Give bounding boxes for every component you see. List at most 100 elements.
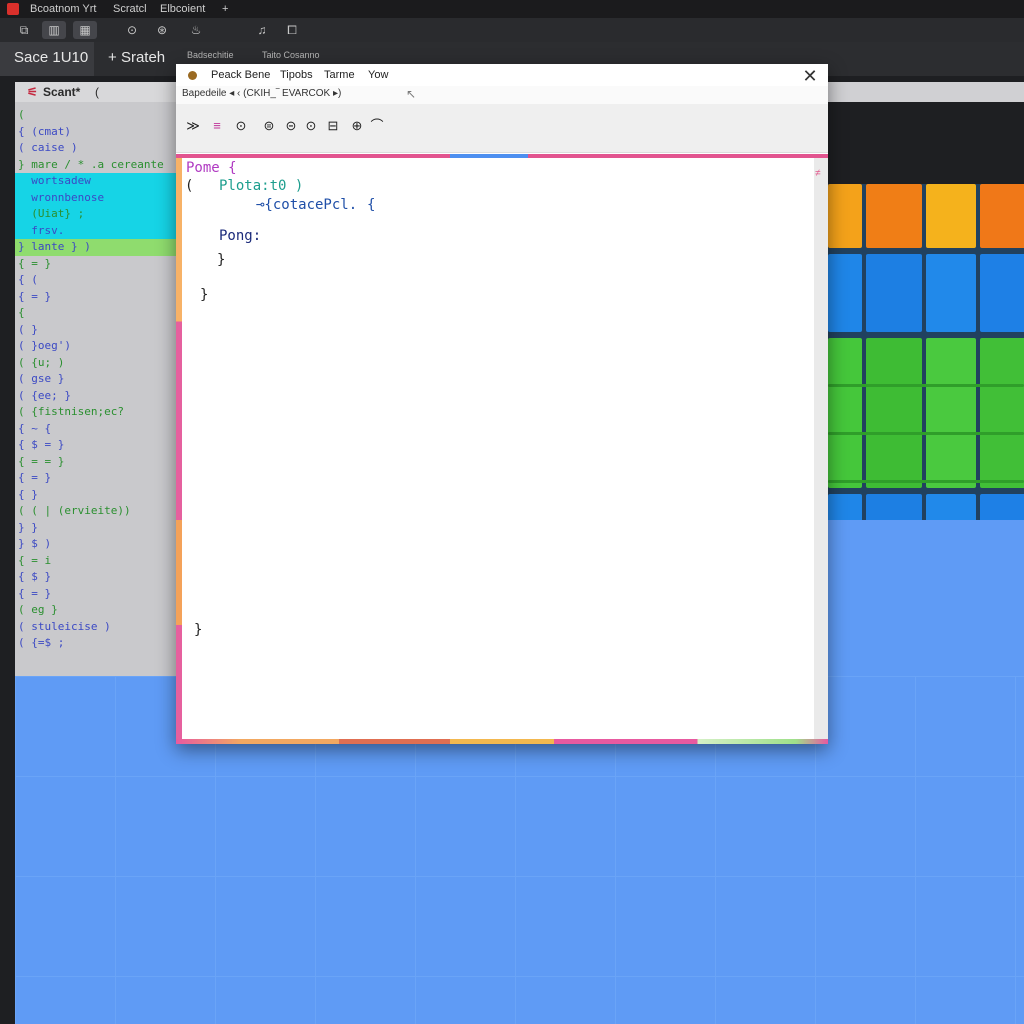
editor-code-line[interactable]: { = i xyxy=(15,553,195,570)
code-line-5[interactable]: } xyxy=(217,252,225,268)
game-blocks xyxy=(828,184,1024,522)
code-line-7[interactable]: } xyxy=(194,622,202,638)
dialog-logo-icon xyxy=(188,71,197,80)
editor-code-line[interactable]: { ( xyxy=(15,272,195,289)
game-block xyxy=(828,184,862,248)
rainbow-border-left xyxy=(176,158,182,742)
copy-icon[interactable]: ⊜ xyxy=(260,116,278,136)
code-line-6[interactable]: } xyxy=(200,287,208,303)
editor-code-line[interactable]: ( {ee; } xyxy=(15,388,195,405)
forward-icon[interactable]: ≫ xyxy=(184,116,202,136)
scrollbar[interactable]: ≠ xyxy=(814,158,828,742)
new-tab-plus-icon[interactable]: + xyxy=(222,3,228,15)
editor-code-line[interactable]: ( {u; ) xyxy=(15,355,195,372)
game-block xyxy=(926,184,976,248)
duplicate-icon[interactable]: ⧠ xyxy=(280,21,304,39)
editor-code-line[interactable]: { = } xyxy=(15,470,195,487)
paste-icon[interactable]: ⊝ xyxy=(282,116,300,136)
code-line-3[interactable]: ⊸{cotacePcl. xyxy=(256,197,357,213)
tab-main[interactable]: Sace 1U10 xyxy=(0,42,94,76)
game-block xyxy=(926,254,976,332)
menu-icon[interactable]: ≡ xyxy=(208,116,226,136)
editor-code-line[interactable]: } } xyxy=(15,520,195,537)
menu-item[interactable]: Peack Bene xyxy=(211,69,270,81)
editor-code-line[interactable]: (Uiat} ; xyxy=(15,206,195,223)
game-block-divider xyxy=(828,384,1024,387)
game-block xyxy=(828,338,862,488)
image-icon[interactable]: ⊟ xyxy=(324,116,342,136)
brace-icon[interactable]: ⌒ xyxy=(368,116,386,136)
zoom-icon[interactable]: ⊕ xyxy=(348,116,366,136)
game-block xyxy=(866,494,922,522)
game-block xyxy=(828,494,862,522)
editor-code-line[interactable]: { = = } xyxy=(15,454,195,471)
dialog-menubar: Peack Bene Tipobs Tarme Yow ✕ xyxy=(176,64,828,86)
menu-item[interactable]: Yow xyxy=(368,69,388,81)
rainbow-border-bottom xyxy=(176,739,828,744)
code-dialog: Peack Bene Tipobs Tarme Yow ✕ Bapedeile … xyxy=(176,64,828,744)
code-line-2[interactable]: Plota:t0 ) xyxy=(219,178,303,194)
editor-code-line[interactable]: } $ ) xyxy=(15,536,195,553)
editor-code-line[interactable]: ( eg } xyxy=(15,602,195,619)
menu-item[interactable]: Tipobs xyxy=(280,69,313,81)
code-line-4[interactable]: Pong: xyxy=(219,228,261,244)
editor-code-line[interactable]: wortsadew xyxy=(15,173,195,190)
editor-code-line[interactable]: ( {=$ ; xyxy=(15,635,195,652)
editor-code-line[interactable]: ( {fistnisen;ec? xyxy=(15,404,195,421)
settings-icon[interactable]: ⊛ xyxy=(150,21,174,39)
editor-code-line[interactable]: { $ } xyxy=(15,569,195,586)
window-title: Bcoatnom Yrt xyxy=(30,3,97,15)
editor-code-line[interactable]: } mare / * .a cereante xyxy=(15,157,195,174)
editor-code-line[interactable]: ( caise ) xyxy=(15,140,195,157)
code-line-2-brace: ( xyxy=(185,178,194,194)
game-block xyxy=(866,338,922,488)
refresh-icon[interactable]: ⊙ xyxy=(232,116,250,136)
sound-icon[interactable]: ♫ xyxy=(250,21,274,39)
scroll-marker-icon: ≠ xyxy=(815,168,821,179)
game-block xyxy=(980,184,1024,248)
code-line-1[interactable]: Pome { xyxy=(186,160,237,176)
dialog-path-bar: Bapedeile ◂ ‹ (CKIH_‾ EVARCOK ▸) ↖ xyxy=(176,86,828,104)
dialog-toolbar: ≫ ≡ ⊙ ⊜ ⊝ ⊙ ⊟ ⊕ ⌒ xyxy=(176,104,828,153)
editor-code-line[interactable]: frsv. xyxy=(15,222,195,239)
editor-code-line[interactable]: { $ = } xyxy=(15,437,195,454)
editor-code-line[interactable]: } lante } ) xyxy=(15,239,195,256)
game-block xyxy=(926,338,976,488)
menu-item[interactable]: Tarme xyxy=(324,69,355,81)
editor-code-line[interactable]: wronnbenose xyxy=(15,189,195,206)
editor-code-line[interactable]: ( xyxy=(15,107,195,124)
close-icon[interactable]: ✕ xyxy=(800,66,820,86)
editor-code-line[interactable]: ( gse } xyxy=(15,371,195,388)
game-block-divider xyxy=(828,480,1024,483)
window-icon[interactable]: ⧉ xyxy=(12,21,36,39)
path-text[interactable]: Bapedeile ◂ ‹ (CKIH_‾ EVARCOK ▸) xyxy=(182,88,341,99)
grid-icon[interactable]: ▦ xyxy=(73,21,97,39)
dialog-code-area[interactable]: ≠ Pome { ( Plota:t0 ) ⊸{cotacePcl. { Pon… xyxy=(176,152,828,744)
title-menu-item[interactable]: Scratcl xyxy=(113,3,147,15)
editor-code-line[interactable]: { = } xyxy=(15,289,195,306)
editor-code-line[interactable]: ( } xyxy=(15,322,195,339)
title-menu-item[interactable]: Elbcoient xyxy=(160,3,205,15)
editor-header: ⚟ Scant* ( xyxy=(15,82,195,102)
game-block xyxy=(980,494,1024,522)
editor-code-line[interactable]: { ~ { xyxy=(15,421,195,438)
editor-code-line[interactable]: { = } xyxy=(15,256,195,273)
editor-code-line[interactable]: { xyxy=(15,305,195,322)
editor-code-line[interactable]: ( ( | (ervieite)) xyxy=(15,503,195,520)
hand-icon[interactable]: ⊙ xyxy=(302,116,320,136)
editor-code-line[interactable]: { (cmat) xyxy=(15,124,195,141)
editor-title[interactable]: Scant* xyxy=(43,82,80,102)
game-block xyxy=(980,254,1024,332)
panel-icon[interactable]: ▥ xyxy=(42,21,66,39)
editor-code-line[interactable]: ( stuleicise ) xyxy=(15,619,195,636)
record-icon[interactable]: ⊙ xyxy=(120,21,144,39)
editor-code: ({ (cmat)( caise )} mare / * .a cereante… xyxy=(15,107,195,652)
editor-code-line[interactable]: ( }oeg') xyxy=(15,338,195,355)
sprite-icon[interactable]: ♨ xyxy=(184,21,208,39)
editor-code-line[interactable]: { = } xyxy=(15,586,195,603)
editor-code-line[interactable]: { } xyxy=(15,487,195,504)
tab-second-label: Srateh xyxy=(120,49,166,66)
code-editor-panel: ⚟ Scant* ( ({ (cmat)( caise )} mare / * … xyxy=(15,82,195,676)
tab-second[interactable]: + Srateh xyxy=(108,42,165,76)
stage-area-right xyxy=(828,520,1024,680)
